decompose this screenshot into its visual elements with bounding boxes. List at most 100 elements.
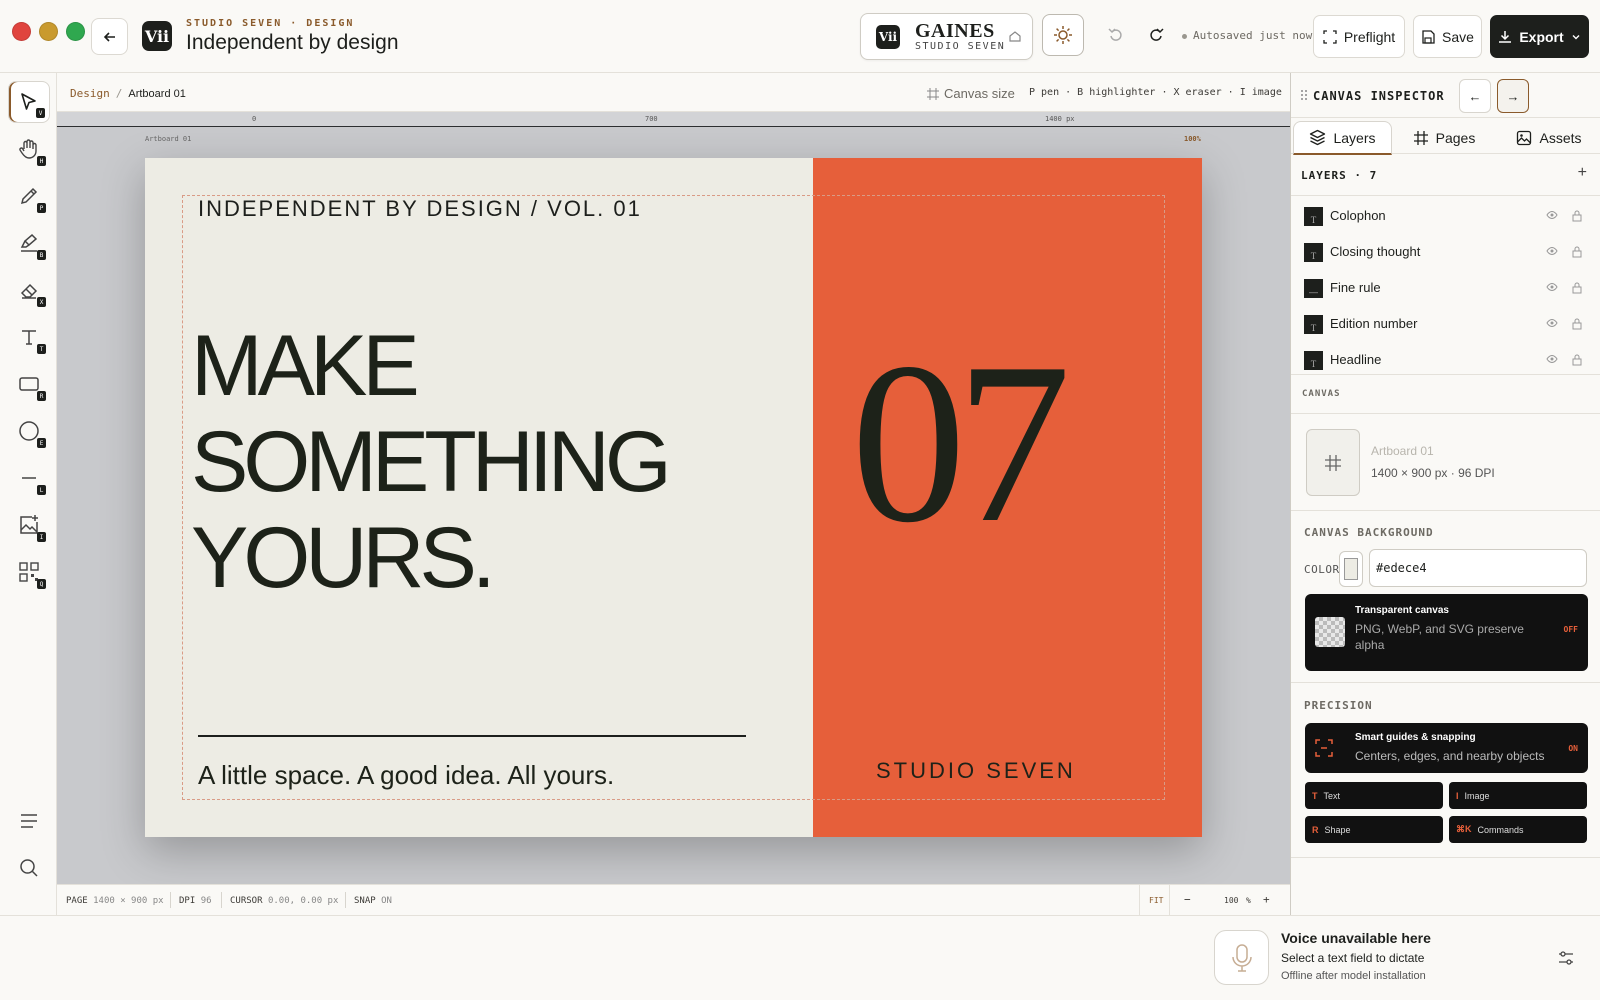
export-label: Export	[1519, 28, 1564, 45]
lock-icon[interactable]	[1572, 210, 1582, 222]
quick-add-shape[interactable]: R Shape	[1305, 816, 1443, 843]
lock-icon[interactable]	[1572, 282, 1582, 294]
window-minimize-button[interactable]	[39, 22, 58, 41]
voice-note: Offline after model installation	[1281, 970, 1426, 982]
line-tool[interactable]: L	[8, 457, 50, 499]
eye-icon[interactable]	[1546, 318, 1558, 328]
command-palette-button[interactable]: ⌘K Commands	[1449, 816, 1587, 843]
search-icon	[20, 859, 38, 877]
layer-row[interactable]: T Headline	[1291, 342, 1600, 374]
eye-icon[interactable]	[1546, 246, 1558, 256]
artboard[interactable]: INDEPENDENT BY DESIGN / VOL. 01 MAKE SOM…	[145, 158, 1202, 837]
save-button[interactable]: Save	[1413, 15, 1482, 58]
back-button[interactable]	[91, 18, 128, 55]
autosave-text: Autosaved just now	[1193, 29, 1313, 42]
brand-subtitle: STUDIO SEVEN	[915, 41, 1006, 52]
tab-layers[interactable]: Layers	[1293, 121, 1392, 155]
download-icon	[1499, 30, 1512, 43]
lock-icon[interactable]	[1572, 318, 1582, 330]
eye-icon[interactable]	[1546, 354, 1558, 364]
rectangle-tool[interactable]: R	[8, 363, 50, 405]
chip-label: Image	[1464, 790, 1490, 801]
undo-icon[interactable]	[1108, 26, 1124, 42]
headline[interactable]: MAKE SOMETHING YOURS.	[191, 318, 672, 606]
highlighter-icon	[20, 233, 38, 252]
drag-handle-icon[interactable]	[1301, 90, 1307, 100]
canvas-area[interactable]: Design / Artboard 01 Canvas size P pen · B…	[57, 73, 1290, 916]
headline-line: MAKE	[191, 318, 420, 414]
dock-right-button[interactable]: →	[1497, 79, 1529, 113]
tab-assets[interactable]: Assets	[1497, 121, 1600, 155]
fine-rule[interactable]	[198, 735, 746, 737]
search-button[interactable]	[8, 847, 50, 889]
ruler-tick: 700	[645, 115, 658, 123]
brand-switcher[interactable]: Vii GAINES STUDIO SEVEN	[860, 13, 1033, 60]
tab-pages[interactable]: Pages	[1395, 121, 1493, 155]
layer-list[interactable]: T Colophon T Closing thought — Fine rule…	[1291, 196, 1600, 375]
canvas-size-button[interactable]: Canvas size	[927, 86, 1015, 101]
layer-row[interactable]: T Edition number	[1291, 306, 1600, 342]
chip-key: ⌘K	[1456, 824, 1472, 834]
select-tool[interactable]: V	[8, 81, 50, 123]
redo-icon[interactable]	[1148, 26, 1164, 42]
export-button[interactable]: Export	[1490, 15, 1589, 58]
breadcrumb-root[interactable]: Design	[70, 87, 110, 100]
volume-heading[interactable]: INDEPENDENT BY DESIGN / VOL. 01	[198, 196, 642, 222]
theme-toggle-button[interactable]	[1042, 14, 1084, 56]
canvas-thumbnail[interactable]	[1306, 429, 1360, 496]
edition-number[interactable]: 07	[851, 328, 1071, 558]
layer-row[interactable]: — Fine rule	[1291, 270, 1600, 306]
image-tool[interactable]: I	[8, 504, 50, 546]
dock-left-button[interactable]: ←	[1459, 79, 1491, 113]
tool-shortcut: I	[37, 532, 46, 542]
fit-button[interactable]: FIT	[1149, 896, 1163, 905]
menu-button[interactable]	[8, 800, 50, 842]
quick-add-image[interactable]: I Image	[1449, 782, 1587, 809]
status-label: SNAP	[354, 896, 376, 906]
zoom-in-button[interactable]: +	[1263, 893, 1270, 906]
highlighter-tool[interactable]: B	[8, 222, 50, 264]
preflight-button[interactable]: Preflight	[1313, 15, 1405, 58]
dpi-status: DPI 96	[179, 896, 212, 906]
hand-tool[interactable]: H	[8, 128, 50, 170]
microphone-button[interactable]	[1214, 930, 1269, 985]
transparent-canvas-toggle[interactable]: Transparent canvas PNG, WebP, and SVG pr…	[1305, 594, 1588, 671]
cursor-status: CURSOR 0.00, 0.00 px	[230, 896, 338, 906]
lock-icon[interactable]	[1572, 246, 1582, 258]
color-swatch[interactable]	[1339, 551, 1363, 587]
eye-icon[interactable]	[1546, 282, 1558, 292]
text-tool[interactable]: T	[8, 316, 50, 358]
layer-name: Colophon	[1330, 208, 1386, 223]
zoom-unit: %	[1246, 896, 1251, 905]
layer-row[interactable]: T Colophon	[1291, 198, 1600, 234]
closing-thought[interactable]: A little space. A good idea. All yours.	[198, 760, 614, 791]
snap-target-icon	[1315, 739, 1333, 757]
layer-row[interactable]: T Closing thought	[1291, 234, 1600, 270]
pen-tool[interactable]: P	[8, 175, 50, 217]
window-close-button[interactable]	[12, 22, 31, 41]
qr-tool[interactable]: Q	[8, 551, 50, 593]
smart-guides-toggle[interactable]: Smart guides & snapping Centers, edges, …	[1305, 723, 1588, 773]
sliders-icon[interactable]	[1558, 950, 1574, 966]
eraser-tool[interactable]: X	[8, 269, 50, 311]
window-maximize-button[interactable]	[66, 22, 85, 41]
text-layer-icon: T	[1304, 351, 1323, 370]
colophon[interactable]: STUDIO SEVEN	[876, 758, 1076, 784]
zoom-out-button[interactable]: −	[1184, 893, 1191, 906]
document-title[interactable]: Independent by design	[186, 31, 399, 55]
pen-icon	[20, 187, 38, 205]
color-hex-input[interactable]: #edece4	[1369, 549, 1587, 587]
add-layer-button[interactable]: +	[1578, 164, 1587, 182]
frame-icon	[1413, 131, 1428, 145]
text-layer-icon: T	[1304, 243, 1323, 262]
ellipse-tool[interactable]: E	[8, 410, 50, 452]
brand-logo: Vii	[876, 25, 900, 49]
eye-icon[interactable]	[1546, 210, 1558, 220]
preflight-label: Preflight	[1343, 28, 1396, 45]
ruler-tick: 1400 px	[1045, 115, 1075, 123]
chip-label: Shape	[1324, 824, 1351, 835]
quick-add-text[interactable]: T Text	[1305, 782, 1443, 809]
lock-icon[interactable]	[1572, 354, 1582, 366]
voice-title: Voice unavailable here	[1281, 930, 1431, 946]
zoom-value[interactable]: 100	[1224, 896, 1238, 905]
